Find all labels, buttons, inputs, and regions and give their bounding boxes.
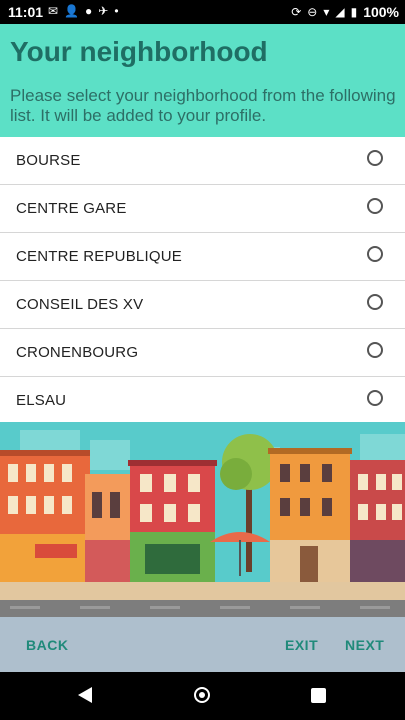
battery-level: 100% bbox=[363, 4, 399, 20]
list-item[interactable]: BOURSE bbox=[0, 137, 405, 185]
city-street-image bbox=[0, 422, 405, 617]
system-nav-bar bbox=[0, 672, 405, 720]
list-item[interactable]: ELSAU bbox=[0, 377, 405, 425]
system-icons: ⟳ ⊖ ▾ ◢ ▮ 100% bbox=[291, 4, 399, 20]
notification-icons: ✉ 👤 ● ✈ • bbox=[48, 4, 119, 18]
status-bar: 11:01 ✉ 👤 ● ✈ • ⟳ ⊖ ▾ ◢ ▮ 100% bbox=[0, 0, 405, 24]
status-time: 11:01 bbox=[8, 4, 44, 20]
radio-button[interactable] bbox=[367, 294, 383, 310]
list-item-label: CRONENBOURG bbox=[16, 344, 139, 361]
city-street-illustration bbox=[0, 422, 405, 617]
nav-back-icon[interactable] bbox=[78, 687, 92, 703]
nav-recents-icon[interactable] bbox=[311, 688, 326, 703]
list-item-label: CENTRE GARE bbox=[16, 200, 127, 217]
radio-button[interactable] bbox=[367, 198, 383, 214]
wifi-icon: ▾ bbox=[323, 5, 330, 19]
person-add-icon: 👤 bbox=[64, 4, 80, 18]
mail-icon: ✉ bbox=[48, 4, 59, 18]
radio-button[interactable] bbox=[367, 246, 383, 262]
exit-button[interactable]: EXIT bbox=[285, 637, 318, 653]
back-button[interactable]: BACK bbox=[26, 637, 68, 653]
radio-button[interactable] bbox=[367, 342, 383, 358]
signal-icon: ◢ bbox=[335, 5, 345, 19]
list-item-label: CENTRE REPUBLIQUE bbox=[16, 248, 182, 265]
radio-button[interactable] bbox=[367, 390, 383, 406]
neighborhood-list: BOURSE CENTRE GARE CENTRE REPUBLIQUE CON… bbox=[0, 137, 405, 425]
dot-icon: • bbox=[114, 4, 119, 18]
radio-button[interactable] bbox=[367, 150, 383, 166]
bottom-action-bar: BACK EXIT NEXT bbox=[0, 617, 405, 672]
page-header: Your neighborhood Please select your nei… bbox=[0, 24, 405, 137]
bird-icon: ✈ bbox=[98, 4, 109, 18]
list-item[interactable]: CENTRE GARE bbox=[0, 185, 405, 233]
page-title: Your neighborhood bbox=[10, 36, 268, 67]
list-item[interactable]: CRONENBOURG bbox=[0, 329, 405, 377]
battery-icon: ▮ bbox=[350, 5, 358, 19]
sync-icon: ⟳ bbox=[291, 5, 302, 19]
list-item-label: ELSAU bbox=[16, 392, 67, 409]
list-item-label: BOURSE bbox=[16, 152, 81, 169]
nav-home-icon[interactable] bbox=[194, 687, 210, 703]
list-item[interactable]: CENTRE REPUBLIQUE bbox=[0, 233, 405, 281]
next-button[interactable]: NEXT bbox=[345, 637, 384, 653]
list-item[interactable]: CONSEIL DES XV bbox=[0, 281, 405, 329]
notification-icon: ● bbox=[85, 4, 93, 18]
dnd-icon: ⊖ bbox=[307, 5, 318, 19]
list-item-label: CONSEIL DES XV bbox=[16, 296, 144, 313]
page-subtitle: Please select your neighborhood from the… bbox=[10, 86, 396, 125]
